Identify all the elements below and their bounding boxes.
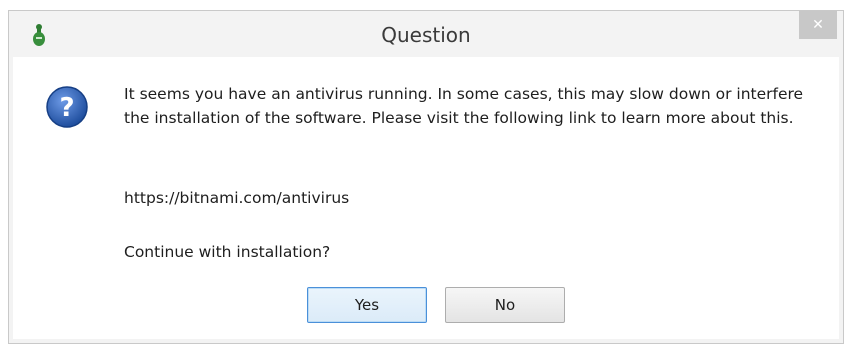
no-button[interactable]: No (445, 287, 565, 323)
title-bar[interactable]: Question ✕ (9, 11, 843, 57)
dialog-content: ? It seems you have an antivirus running… (13, 57, 839, 339)
question-icon: ? (45, 85, 89, 129)
question-dialog: Question ✕ ? It seems you have an antivi… (8, 10, 844, 344)
close-icon: ✕ (812, 17, 824, 33)
yes-button[interactable]: Yes (307, 287, 427, 323)
close-button[interactable]: ✕ (799, 11, 837, 39)
dialog-title: Question (381, 23, 471, 47)
message-text: It seems you have an antivirus running. … (124, 85, 804, 127)
antivirus-link-text: https://bitnami.com/antivirus (124, 189, 350, 207)
continue-prompt: Continue with installation? (124, 243, 331, 261)
svg-text:?: ? (59, 93, 74, 123)
